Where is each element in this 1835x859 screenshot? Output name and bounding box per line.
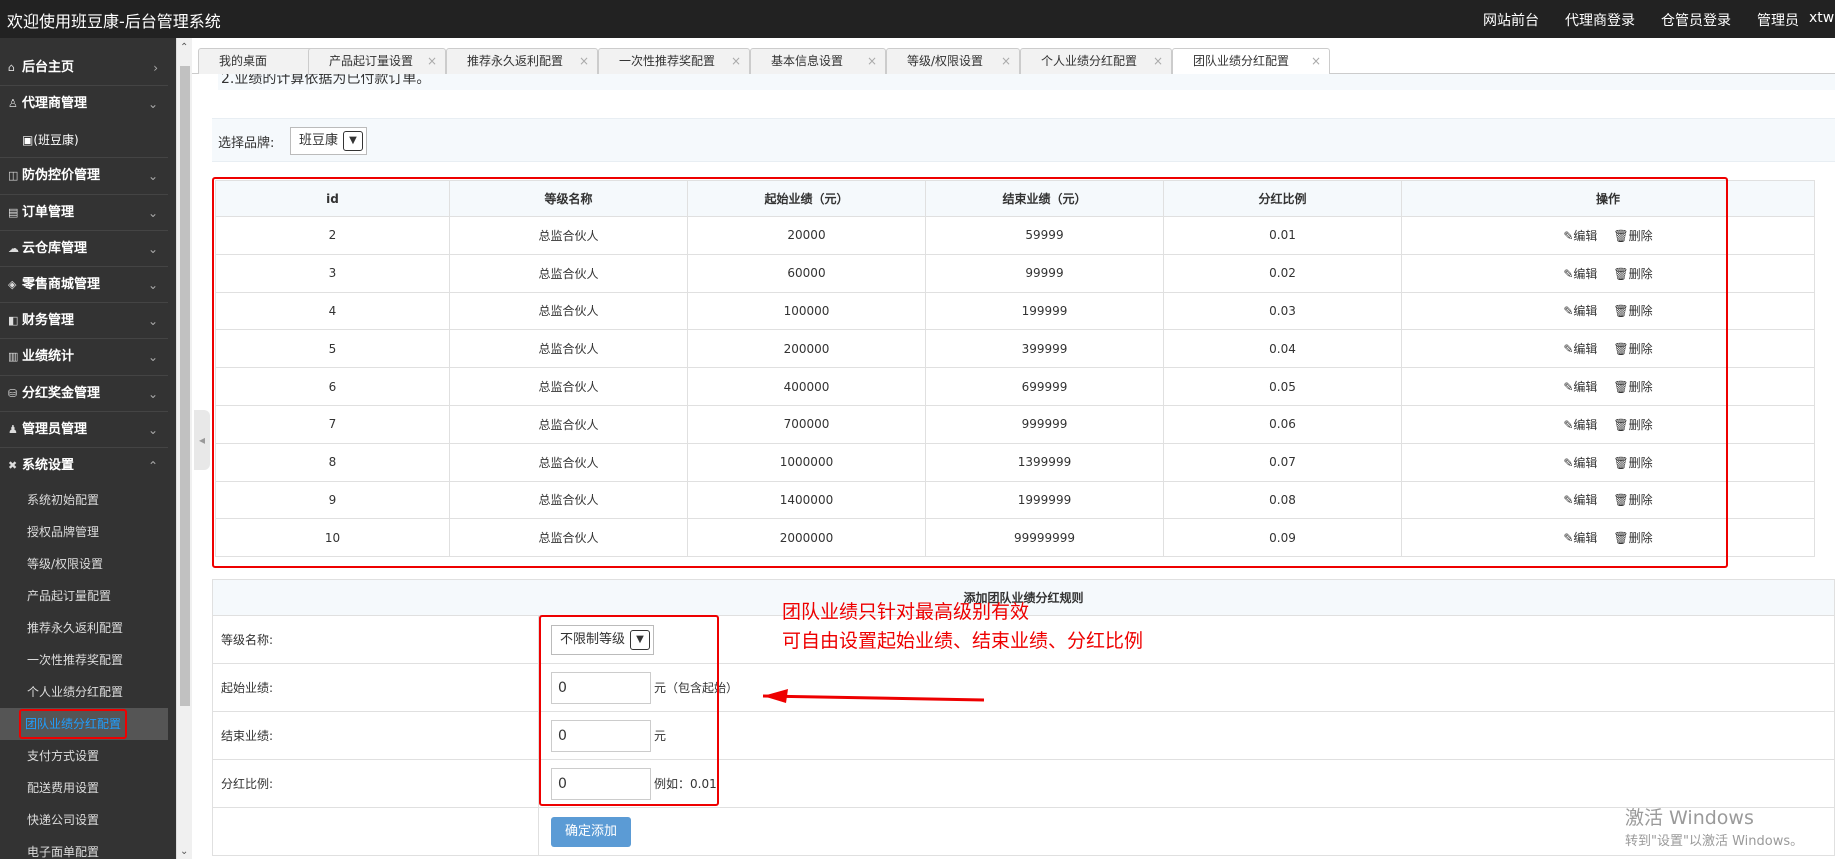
annotation-text: 团队业绩只针对最高级别有效 可自由设置起始业绩、结束业绩、分红比例 <box>782 601 1144 652</box>
chevron-left-icon: ◂ <box>198 433 206 447</box>
start-label: 起始业绩: <box>212 663 539 712</box>
tab-rebate[interactable]: 推荐永久返利配置 × <box>446 48 598 74</box>
chevron-down-icon: ⌄ <box>147 97 158 112</box>
brand-filter: 选择品牌: 班豆康 ▼ <box>212 118 1835 162</box>
menu-sys-level[interactable]: 等级/权限设置 <box>0 548 168 580</box>
tab-bar: 我的桌面 产品起订量设置 × 推荐永久返利配置 × 一次性推荐奖配置 × 基本信息设置… <box>192 46 1835 75</box>
table-highlight-box <box>212 177 1728 568</box>
scroll-down-icon[interactable]: ⌄ <box>180 846 188 857</box>
nav-agent-login[interactable]: 代理商登录 <box>1565 10 1635 30</box>
chevron-down-icon: ▼ <box>343 131 364 151</box>
level-label: 等级名称: <box>212 615 539 664</box>
nav-site-front[interactable]: 网站前台 <box>1483 10 1539 30</box>
tab-onetime[interactable]: 一次性推荐奖配置 × <box>598 48 750 74</box>
wrench-icon: ✖ <box>8 458 18 472</box>
shop-icon: ◈ <box>8 277 17 291</box>
menu-sys-payment[interactable]: 支付方式设置 <box>0 740 168 772</box>
brand-label: 选择品牌: <box>218 136 275 151</box>
main-content: 2.业绩的计算依据为已付款订单。 选择品牌: 班豆康 ▼ id 等级名称 起始业绩… <box>212 74 1835 859</box>
chevron-down-icon: ⌄ <box>147 169 158 184</box>
shield-icon: ◫ <box>8 169 19 183</box>
sidebar-scrollbar[interactable]: ⌃ ⌄ <box>176 38 192 859</box>
close-icon[interactable]: × <box>867 49 877 73</box>
windows-watermark: 激活 Windows <box>1625 807 1754 829</box>
close-icon[interactable]: × <box>579 49 589 73</box>
doc-icon: ▣ <box>22 133 34 148</box>
close-icon[interactable]: × <box>731 49 741 73</box>
nav-admin-label: 管理员 <box>1757 13 1799 29</box>
menu-sys-brand[interactable]: 授权品牌管理 <box>0 516 168 548</box>
submit-button[interactable]: 确定添加 <box>551 816 632 847</box>
sidebar-collapse-handle[interactable]: ◂ <box>194 410 210 470</box>
tab-personal[interactable]: 个人业绩分红配置 × <box>1020 48 1172 74</box>
username[interactable]: xtw <box>1809 10 1835 30</box>
menu-sys-express[interactable]: 快递公司设置 <box>0 804 168 836</box>
tab-team[interactable]: 团队业绩分红配置 × <box>1172 48 1330 75</box>
menu-sys-rebate[interactable]: 推荐永久返利配置 <box>0 612 168 644</box>
end-label: 结束业绩: <box>212 711 539 760</box>
ratio-label: 分红比例: <box>212 759 539 808</box>
chevron-down-icon: ⌄ <box>147 314 158 329</box>
windows-watermark-sub: 转到"设置"以激活 Windows。 <box>1625 834 1804 849</box>
user-icon: ♙ <box>8 97 18 111</box>
menu-sys-onetime[interactable]: 一次性推荐奖配置 <box>0 644 168 676</box>
menu-performance[interactable]: ▥ 业绩统计 ⌄ <box>0 339 168 376</box>
scroll-thumb[interactable] <box>180 66 190 706</box>
menu-retail[interactable]: ◈ 零售商城管理 ⌄ <box>0 267 168 304</box>
brand-select[interactable]: 班豆康 ▼ <box>290 127 368 155</box>
chevron-down-icon: ⌄ <box>147 422 158 437</box>
cloud-icon: ☁ <box>8 241 19 255</box>
menu-finance[interactable]: ◧ 财务管理 ⌄ <box>0 303 168 340</box>
form-highlight-box <box>539 615 719 806</box>
admin-icon: ♟ <box>8 422 18 436</box>
database-icon: ⛁ <box>8 386 18 400</box>
menu-agent-brand[interactable]: ▣(班豆康) <box>0 122 168 159</box>
menu-anti-fake[interactable]: ◫ 防伪控价管理 ⌄ <box>0 158 168 195</box>
menu-sys-delivery[interactable]: 配送费用设置 <box>0 772 168 804</box>
order-icon: ▤ <box>8 205 19 219</box>
app-title: 欢迎使用班豆康-后台管理系统 <box>7 12 221 31</box>
chevron-down-icon: ⌄ <box>147 241 158 256</box>
menu-agent[interactable]: ♙ 代理商管理 ⌄ <box>0 86 168 122</box>
menu-order[interactable]: ▤ 订单管理 ⌄ <box>0 195 168 231</box>
close-icon[interactable]: × <box>1311 49 1321 73</box>
chevron-right-icon: › <box>153 61 158 75</box>
menu-bonus[interactable]: ⛁ 分红奖金管理 ⌄ <box>0 376 168 412</box>
menu-sys-init[interactable]: 系统初始配置 <box>0 484 168 516</box>
menu-sys-personal[interactable]: 个人业绩分红配置 <box>0 676 168 708</box>
nav-warehouse-login[interactable]: 仓管员登录 <box>1661 10 1731 30</box>
tab-level[interactable]: 等级/权限设置 × <box>886 48 1020 74</box>
chevron-down-icon: ⌄ <box>147 386 158 401</box>
scroll-up-icon[interactable]: ⌃ <box>180 42 188 53</box>
menu-sys-eorder[interactable]: 电子面单配置 <box>0 836 168 859</box>
chevron-down-icon: ⌄ <box>147 205 158 220</box>
top-nav: 网站前台 代理商登录 仓管员登录 管理员 xtw <box>1483 10 1835 30</box>
close-icon[interactable]: × <box>427 49 437 73</box>
sidebar: ⌂ 后台主页 › ♙ 代理商管理 ⌄ ▣(班豆康) ◫ 防伪控价管理 ⌄ ▤ 订单管理 ⌄ ☁ 云… <box>0 38 176 859</box>
chevron-up-icon: ⌃ <box>147 458 158 473</box>
tab-desktop[interactable]: 我的桌面 <box>198 48 314 74</box>
close-icon[interactable]: × <box>1001 49 1011 73</box>
finance-icon: ◧ <box>8 314 19 328</box>
menu-home[interactable]: ⌂ 后台主页 › <box>0 50 168 87</box>
annotation-arrow <box>762 689 984 703</box>
tab-moq[interactable]: 产品起订量设置 × <box>308 48 446 74</box>
menu-system[interactable]: ✖ 系统设置 ⌃ <box>0 448 168 484</box>
close-icon[interactable]: × <box>1153 49 1163 73</box>
top-bar: 欢迎使用班豆康-后台管理系统 网站前台 代理商登录 仓管员登录 管理员 xtw <box>0 0 1835 38</box>
home-icon: ⌂ <box>8 61 15 74</box>
note-text: 2.业绩的计算依据为已付款订单。 <box>218 74 1835 90</box>
chevron-down-icon: ⌄ <box>147 277 158 292</box>
menu-sys-moq[interactable]: 产品起订量配置 <box>0 580 168 612</box>
bar-chart-icon: ▥ <box>8 350 19 364</box>
chevron-down-icon: ⌄ <box>147 350 158 365</box>
menu-admin[interactable]: ♟ 管理员管理 ⌄ <box>0 412 168 448</box>
tab-basic-info[interactable]: 基本信息设置 × <box>750 48 886 74</box>
menu-sys-team[interactable]: 团队业绩分红配置 <box>0 708 168 741</box>
menu-cloud-warehouse[interactable]: ☁ 云仓库管理 ⌄ <box>0 231 168 267</box>
